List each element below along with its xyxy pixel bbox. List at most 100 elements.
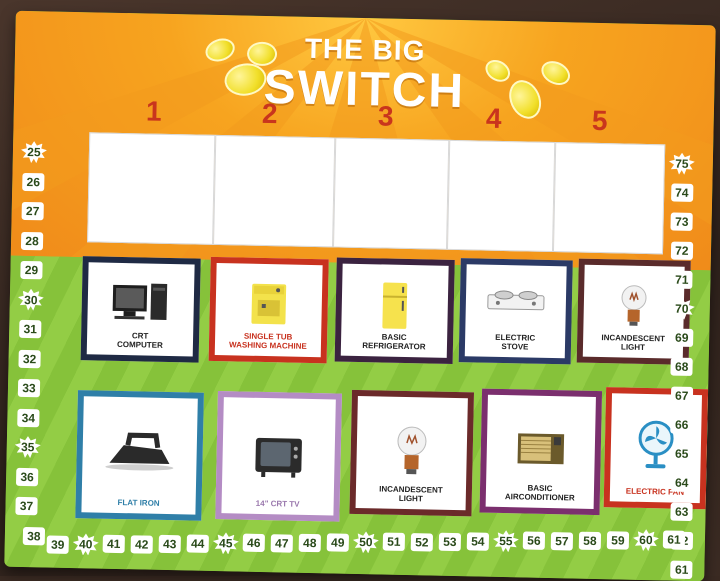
track-space[interactable]: 36 <box>14 465 40 488</box>
track-number: 30 <box>24 292 38 307</box>
track-number: 40 <box>78 537 93 552</box>
track-space[interactable]: 41 <box>101 533 127 556</box>
track-space[interactable]: 25 <box>21 141 47 164</box>
track-space[interactable]: 39 <box>44 533 70 556</box>
track-space[interactable]: 43 <box>157 533 183 556</box>
track-space[interactable]: 30 <box>18 288 44 311</box>
track-space[interactable]: 28 <box>19 229 45 252</box>
track-number: 68 <box>674 359 689 374</box>
card-slot-1[interactable] <box>87 132 216 245</box>
track-space[interactable]: 54 <box>465 530 491 553</box>
column-number: 3 <box>377 100 394 132</box>
track-space[interactable]: 27 <box>19 200 45 223</box>
track-number: 74 <box>674 185 689 200</box>
track-space[interactable]: 51 <box>381 531 407 554</box>
appliance-card-incandescent-light-2[interactable]: INCANDESCENT LIGHT <box>349 389 475 517</box>
track-space[interactable]: 63 <box>669 501 695 524</box>
track-number: 37 <box>19 498 34 514</box>
track-space[interactable]: 40 <box>73 533 99 556</box>
appliance-card-crt-computer[interactable]: CRT COMPUTER <box>80 256 201 363</box>
game-board: THE BIG SWITCH 1 2 3 4 5 CRT COMPUTER SI… <box>4 10 716 581</box>
appliance-card-crt-tv[interactable]: 14" CRT TV <box>215 391 342 522</box>
track-space[interactable]: 26 <box>20 170 46 193</box>
track-number: 38 <box>27 528 41 543</box>
track-space[interactable]: 42 <box>129 533 155 556</box>
track-space[interactable]: 74 <box>669 181 695 204</box>
track-number: 47 <box>274 535 289 551</box>
track-space[interactable]: 48 <box>297 532 323 555</box>
card-slot-5[interactable] <box>552 142 666 255</box>
track-space[interactable]: 64 <box>669 472 695 495</box>
card-slot-3[interactable] <box>333 137 450 250</box>
track-space[interactable]: 33 <box>16 377 42 400</box>
refrigerator-icon <box>382 282 408 329</box>
track-space[interactable]: 47 <box>269 532 295 555</box>
track-space[interactable]: 59 <box>605 529 631 552</box>
track-space[interactable]: 31 <box>17 318 43 341</box>
track-number: 66 <box>674 417 689 432</box>
appliance-card-electric-stove[interactable]: ELECTRIC STOVE <box>458 258 573 365</box>
track-number: 65 <box>674 446 689 461</box>
track-number: 44 <box>190 536 205 551</box>
track-space[interactable]: 45 <box>213 532 239 555</box>
track-space[interactable]: 50 <box>353 531 379 554</box>
track-number: 51 <box>387 535 401 550</box>
air-conditioner-icon <box>517 433 565 465</box>
track-space[interactable]: 73 <box>669 210 695 233</box>
track-space[interactable]: 53 <box>437 530 463 553</box>
title-band: THE BIG SWITCH 1 2 3 4 5 <box>10 10 716 271</box>
track-number: 48 <box>302 535 317 550</box>
light-bulb-icon <box>621 285 647 326</box>
track-space[interactable]: 68 <box>669 355 695 378</box>
track-space[interactable]: 34 <box>15 406 41 429</box>
track-number: 70 <box>674 301 689 316</box>
track-space[interactable]: 67 <box>669 384 695 407</box>
track-space[interactable]: 61 <box>668 559 694 581</box>
track-space[interactable]: 69 <box>669 326 695 349</box>
column-number: 4 <box>485 102 502 134</box>
track-space[interactable]: 72 <box>669 239 695 262</box>
track-number: 50 <box>359 535 373 550</box>
appliance-card-washing-machine[interactable]: SINGLE TUB WASHING MACHINE <box>208 256 329 364</box>
track-number: 56 <box>527 533 541 549</box>
track-space[interactable]: 58 <box>577 529 603 552</box>
track-number: 34 <box>21 410 36 425</box>
track-space[interactable]: 75 <box>669 152 695 175</box>
track-number: 36 <box>20 469 34 484</box>
track-space[interactable]: 38 <box>21 524 47 547</box>
track-number: 63 <box>674 504 689 519</box>
track-space[interactable]: 57 <box>549 530 575 553</box>
track-space[interactable]: 65 <box>669 443 695 466</box>
track-number: 35 <box>20 439 35 455</box>
card-label: CRT COMPUTER <box>116 331 163 350</box>
track-space[interactable]: 46 <box>241 532 267 555</box>
card-label: BASIC REFRIGERATOR <box>362 332 426 352</box>
card-label: BASIC AIRCONDITIONER <box>504 483 575 503</box>
appliance-card-refrigerator[interactable]: BASIC REFRIGERATOR <box>334 257 455 364</box>
appliance-card-air-conditioner[interactable]: BASIC AIRCONDITIONER <box>479 388 603 516</box>
track-space[interactable]: 35 <box>15 436 41 459</box>
track-number: 43 <box>162 536 177 552</box>
track-space[interactable]: 70 <box>669 297 695 320</box>
track-space[interactable]: 71 <box>669 268 695 291</box>
appliance-card-flat-iron[interactable]: FLAT IRON <box>75 390 204 521</box>
track-space[interactable]: 37 <box>13 495 39 518</box>
track-number: 57 <box>555 533 569 549</box>
track-space[interactable]: 49 <box>325 531 351 554</box>
track-space[interactable]: 60 <box>633 529 659 552</box>
track-space[interactable]: 66 <box>669 413 695 436</box>
track-space[interactable]: 29 <box>18 259 44 282</box>
track-space[interactable]: 56 <box>521 530 547 553</box>
card-label: 14" CRT TV <box>255 498 300 509</box>
track-space[interactable]: 55 <box>493 530 519 553</box>
track-space[interactable]: 32 <box>16 347 42 370</box>
track-number: 64 <box>674 475 689 490</box>
track-number: 42 <box>134 536 149 552</box>
track-space[interactable]: 61 <box>661 529 687 552</box>
track-space[interactable]: 52 <box>409 531 435 554</box>
washing-machine-icon <box>251 283 287 325</box>
track-space[interactable]: 44 <box>185 532 211 555</box>
card-slot-2[interactable] <box>213 134 336 248</box>
card-slot-4[interactable] <box>446 139 556 253</box>
card-label: SINGLE TUB WASHING MACHINE <box>228 331 307 351</box>
